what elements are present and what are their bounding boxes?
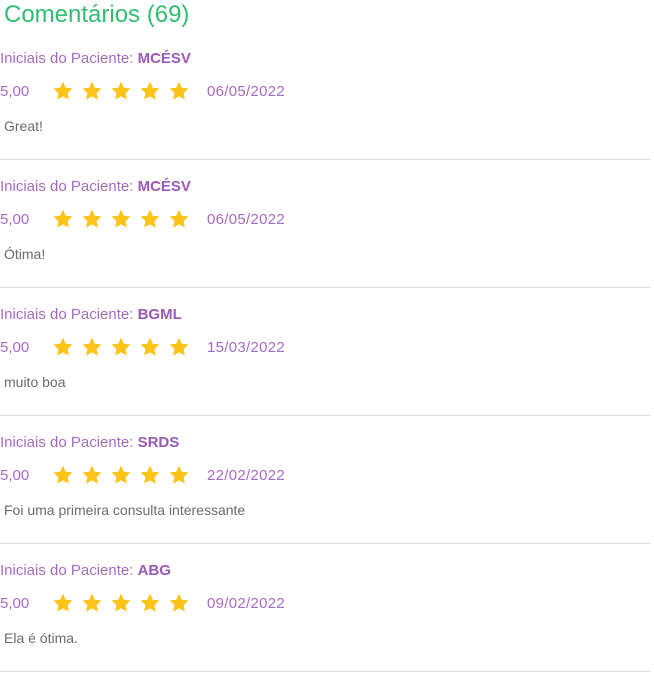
star-icon <box>52 80 74 102</box>
star-icon <box>52 592 74 614</box>
star-rating <box>52 592 197 614</box>
patient-initials: BGML <box>137 306 182 323</box>
review-date: 15/03/2022 <box>207 338 286 356</box>
patient-label: Iniciais do Paciente: <box>0 178 134 195</box>
rating-value: 5,00 <box>0 466 30 484</box>
review-item: Iniciais do Paciente: SRDS 5,00 22/02/20… <box>0 416 650 544</box>
patient-label: Iniciais do Paciente: <box>0 50 134 67</box>
star-icon <box>168 336 190 358</box>
review-item: Iniciais do Paciente: MCÉSV 5,00 06/05/2… <box>0 32 650 160</box>
review-item: Iniciais do Paciente: ABG 5,00 09/02/202… <box>0 544 650 672</box>
star-icon <box>168 208 190 230</box>
star-icon <box>168 464 190 486</box>
rating-line: 5,00 06/05/2022 <box>0 79 285 103</box>
star-icon <box>110 464 132 486</box>
review-date: 22/02/2022 <box>207 466 286 484</box>
patient-line: Iniciais do Paciente: ABG <box>0 562 171 579</box>
rating-line: 5,00 15/03/2022 <box>0 335 285 359</box>
star-icon <box>139 592 161 614</box>
patient-initials: ABG <box>137 562 171 579</box>
star-rating <box>52 336 197 358</box>
rating-value: 5,00 <box>0 594 30 612</box>
star-icon <box>139 80 161 102</box>
star-icon <box>168 592 190 614</box>
review-comment: Ótima! <box>4 246 46 262</box>
star-icon <box>139 464 161 486</box>
rating-value: 5,00 <box>0 338 30 356</box>
rating-line: 5,00 06/05/2022 <box>0 207 285 231</box>
review-comment: muito boa <box>4 374 66 390</box>
rating-value: 5,00 <box>0 210 30 228</box>
star-icon <box>110 80 132 102</box>
star-icon <box>110 336 132 358</box>
patient-label: Iniciais do Paciente: <box>0 306 134 323</box>
review-comment: Foi uma primeira consulta interessante <box>4 502 246 518</box>
star-icon <box>81 336 103 358</box>
star-icon <box>110 592 132 614</box>
review-comment: Great! <box>4 118 43 134</box>
star-icon <box>139 336 161 358</box>
patient-initials: SRDS <box>137 434 180 451</box>
star-icon <box>168 80 190 102</box>
comments-title: Comentários (69) <box>4 1 190 28</box>
review-date: 06/05/2022 <box>207 82 286 100</box>
review-comment: Ela é ótima. <box>4 630 78 646</box>
reviews-section: Comentários (69) Iniciais do Paciente: M… <box>0 0 650 672</box>
star-rating <box>52 208 197 230</box>
star-icon <box>139 208 161 230</box>
review-date: 06/05/2022 <box>207 210 286 228</box>
review-item: Iniciais do Paciente: MCÉSV 5,00 06/05/2… <box>0 160 650 288</box>
rating-value: 5,00 <box>0 82 30 100</box>
star-icon <box>110 208 132 230</box>
star-icon <box>52 464 74 486</box>
patient-line: Iniciais do Paciente: MCÉSV <box>0 178 191 195</box>
patient-line: Iniciais do Paciente: MCÉSV <box>0 50 191 67</box>
review-item: Iniciais do Paciente: BGML 5,00 15/03/20… <box>0 288 650 416</box>
patient-initials: MCÉSV <box>137 50 191 67</box>
star-icon <box>81 80 103 102</box>
star-icon <box>81 592 103 614</box>
rating-line: 5,00 22/02/2022 <box>0 463 285 487</box>
patient-label: Iniciais do Paciente: <box>0 434 134 451</box>
star-rating <box>52 464 197 486</box>
rating-line: 5,00 09/02/2022 <box>0 591 285 615</box>
patient-initials: MCÉSV <box>137 178 191 195</box>
review-date: 09/02/2022 <box>207 594 286 612</box>
star-icon <box>81 464 103 486</box>
star-icon <box>52 208 74 230</box>
star-icon <box>81 208 103 230</box>
patient-line: Iniciais do Paciente: BGML <box>0 306 182 323</box>
patient-label: Iniciais do Paciente: <box>0 562 134 579</box>
star-icon <box>52 336 74 358</box>
star-rating <box>52 80 197 102</box>
patient-line: Iniciais do Paciente: SRDS <box>0 434 179 451</box>
